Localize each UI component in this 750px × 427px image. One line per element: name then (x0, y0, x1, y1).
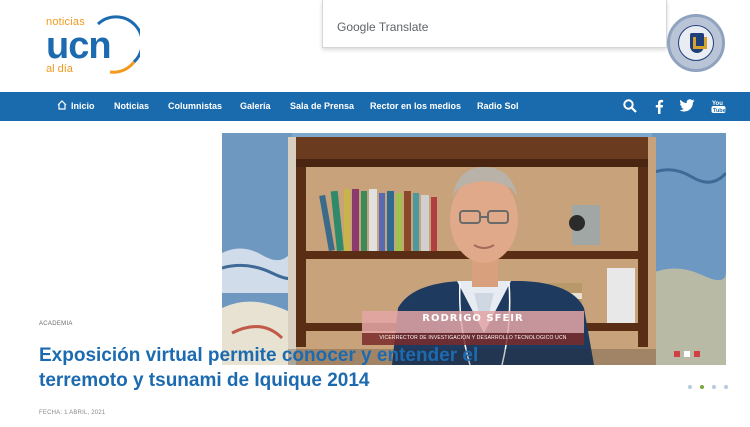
site-logo[interactable]: noticias ucn al día (46, 12, 146, 76)
search-icon[interactable] (623, 99, 637, 113)
nav-item-columnistas[interactable]: Columnistas (168, 92, 222, 121)
google-translate-widget[interactable]: Google Translate (322, 0, 667, 48)
nav-item-sala-de-prensa[interactable]: Sala de Prensa (290, 92, 354, 121)
seal-inner (678, 25, 714, 61)
page: noticias ucn al día Google Translate Ini… (0, 0, 750, 427)
nav-item-noticias[interactable]: Noticias (114, 92, 149, 121)
main-nav: Inicio Noticias Columnistas Galería Sala… (0, 92, 750, 121)
slider-dot[interactable] (688, 385, 692, 389)
google-translate-label: Google Translate (337, 20, 429, 34)
logo-tagline: al día (46, 63, 73, 75)
home-icon[interactable] (57, 100, 67, 110)
speaker-name-caption: RODRIGO SFEIR (422, 313, 524, 324)
youtube-icon[interactable]: You Tube (711, 99, 726, 114)
article-date: FECHA: 1 ABRIL, 2021 (39, 410, 106, 416)
slider-dot-active[interactable] (700, 385, 704, 389)
logo-arc-icon (96, 15, 140, 74)
twitter-icon[interactable] (680, 99, 695, 112)
nav-item-rector-en-los-medios[interactable]: Rector en los medios (370, 92, 461, 121)
article-headline[interactable]: Exposición virtual permite conocer y ent… (39, 343, 509, 393)
hero-image[interactable]: RODRIGO SFEIR VICERRECTOR DE INVESTIGACI… (222, 133, 726, 365)
nav-item-radio-sol[interactable]: Radio Sol (477, 92, 519, 121)
slider-dot[interactable] (724, 385, 728, 389)
speaker-role-caption: VICERRECTOR DE INVESTIGACIÓN Y DESARROLL… (379, 335, 567, 341)
facebook-icon[interactable] (654, 99, 664, 114)
university-seal[interactable] (667, 14, 725, 72)
site-header: noticias ucn al día Google Translate (0, 0, 750, 92)
nav-item-galeria[interactable]: Galería (240, 92, 271, 121)
svg-text:Tube: Tube (713, 108, 726, 114)
nav-item-inicio[interactable]: Inicio (71, 92, 95, 121)
article-category[interactable]: ACADEMIA (39, 321, 73, 327)
slider-dot[interactable] (712, 385, 716, 389)
video-still-image (222, 133, 726, 365)
seal-shield-icon (690, 33, 707, 53)
